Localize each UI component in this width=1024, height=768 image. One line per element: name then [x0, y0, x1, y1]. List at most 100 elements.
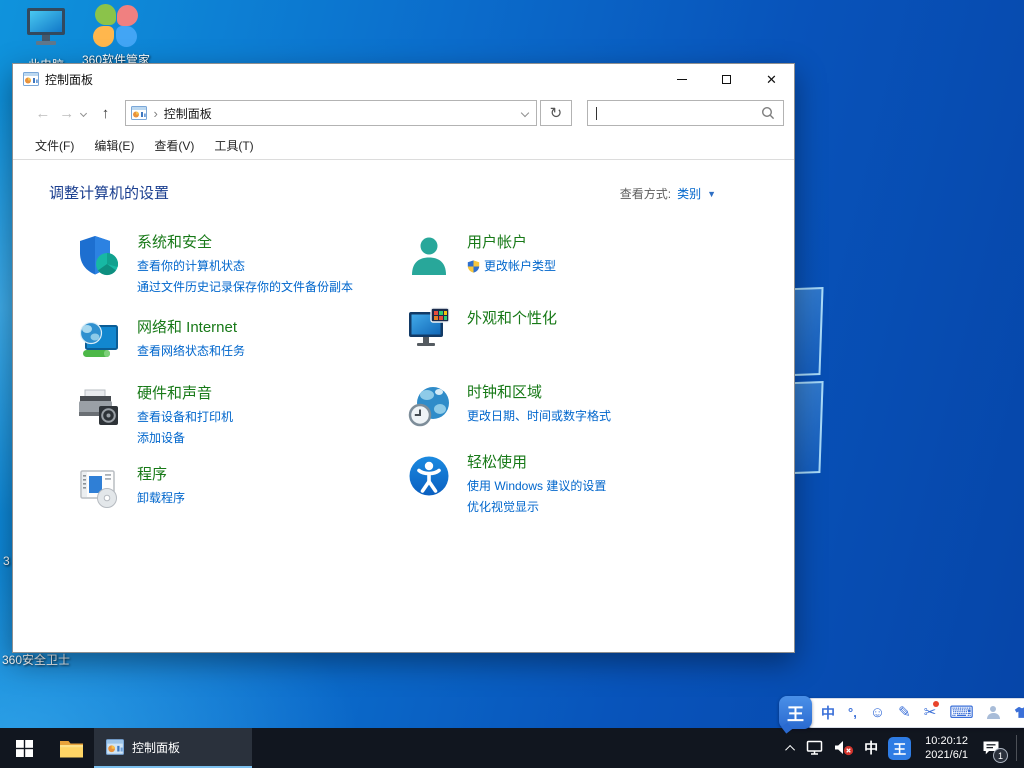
menu-tools[interactable]: 工具(T): [214, 137, 253, 154]
refresh-icon: ↻: [550, 104, 563, 122]
ime-language-indicator[interactable]: 中: [859, 728, 883, 768]
file-explorer-button[interactable]: [48, 728, 94, 768]
view-by-value[interactable]: 类别: [677, 185, 701, 202]
tray-date: 2021/6/1: [925, 748, 968, 762]
search-input[interactable]: [587, 100, 784, 126]
tray-separator: [1016, 735, 1017, 761]
control-panel-icon: [106, 738, 124, 756]
forward-button[interactable]: →: [55, 105, 79, 122]
ime-logo[interactable]: 王: [779, 696, 812, 729]
network-icon: [805, 740, 824, 756]
navigation-bar: ← → ↑ › 控制面板 ↻: [13, 94, 794, 132]
programs-cd-icon[interactable]: [77, 465, 125, 515]
notification-count-badge: 1: [993, 748, 1008, 763]
category-link[interactable]: 优化视觉显示: [467, 497, 606, 518]
category-link[interactable]: 查看你的计算机状态: [137, 256, 353, 277]
desktop-icon-360-software[interactable]: 360软件管家: [78, 2, 154, 68]
network-globe-icon[interactable]: [77, 318, 125, 368]
soft-keyboard-icon[interactable]: ⌨: [949, 704, 974, 721]
close-button[interactable]: ✕: [749, 64, 794, 94]
maximize-icon: [722, 75, 731, 84]
page-title: 调整计算机的设置: [49, 182, 169, 203]
network-tray-icon[interactable]: [800, 728, 829, 768]
accessibility-icon[interactable]: [407, 453, 455, 518]
account-icon[interactable]: [987, 706, 1000, 719]
search-icon: [761, 106, 775, 120]
category-title[interactable]: 硬件和声音: [137, 384, 233, 404]
minimize-button[interactable]: [659, 64, 704, 94]
text-caret: [596, 107, 597, 120]
category-link[interactable]: 查看网络状态和任务: [137, 341, 245, 362]
content-area: 调整计算机的设置 查看方式: 类别 ▼: [13, 160, 794, 652]
ime-punctuation-button[interactable]: °,: [848, 706, 857, 719]
category-title[interactable]: 外观和个性化: [467, 309, 557, 329]
tray-time: 10:20:12: [925, 734, 968, 748]
taskbar: 控制面板 中 王: [0, 728, 1024, 768]
category-link[interactable]: 通过文件历史记录保存你的文件备份副本: [137, 277, 353, 298]
category-user-accounts: 用户帐户 更改帐户类型: [407, 233, 611, 283]
category-title[interactable]: 系统和安全: [137, 233, 353, 253]
windows-logo-icon: [16, 740, 33, 757]
printer-speaker-icon[interactable]: [77, 384, 125, 449]
view-by-dropdown-icon[interactable]: ▼: [707, 189, 716, 199]
this-pc-icon: [23, 6, 69, 48]
titlebar[interactable]: 控制面板 ✕: [13, 64, 794, 94]
category-link[interactable]: 卸载程序: [137, 488, 185, 509]
uac-shield-icon: [467, 260, 480, 273]
menu-view[interactable]: 查看(V): [154, 137, 194, 154]
taskbar-clock[interactable]: 10:20:12 2021/6/1: [916, 734, 977, 762]
breadcrumb[interactable]: 控制面板: [164, 105, 522, 122]
pinwheel-icon: [90, 2, 142, 48]
taskbar-task-control-panel[interactable]: 控制面板: [94, 728, 252, 768]
menu-file[interactable]: 文件(F): [35, 137, 74, 154]
category-title[interactable]: 时钟和区域: [467, 383, 611, 403]
address-dropdown-chevron-icon[interactable]: [520, 109, 528, 117]
volume-tray-icon[interactable]: [829, 728, 859, 768]
category-system-security: 系统和安全 查看你的计算机状态 通过文件历史记录保存你的文件备份副本: [77, 233, 407, 298]
category-link[interactable]: 使用 Windows 建议的设置: [467, 476, 606, 497]
display-personalization-icon[interactable]: [407, 305, 455, 355]
category-link[interactable]: 更改日期、时间或数字格式: [467, 406, 611, 427]
refresh-button[interactable]: ↻: [540, 100, 573, 126]
category-link[interactable]: 更改帐户类型: [484, 256, 556, 277]
category-hardware-sound: 硬件和声音 查看设备和打印机 添加设备: [77, 384, 407, 449]
emoji-icon[interactable]: ☺: [870, 705, 885, 720]
back-button[interactable]: ←: [31, 105, 55, 122]
category-clock-region: 时钟和区域 更改日期、时间或数字格式: [407, 383, 611, 433]
category-appearance: 外观和个性化: [407, 305, 611, 355]
address-bar[interactable]: › 控制面板: [125, 100, 536, 126]
control-panel-window: 控制面板 ✕ ← → ↑ › 控制: [12, 63, 795, 653]
shield-security-icon[interactable]: [77, 233, 125, 298]
minimize-icon: [677, 79, 687, 80]
category-title[interactable]: 程序: [137, 465, 185, 485]
category-link[interactable]: 查看设备和打印机: [137, 407, 233, 428]
up-button[interactable]: ↑: [94, 105, 118, 122]
category-title[interactable]: 网络和 Internet: [137, 318, 245, 338]
handwriting-pencil-icon[interactable]: ✎: [898, 705, 911, 720]
category-network-internet: 网络和 Internet 查看网络状态和任务: [77, 318, 407, 368]
menu-edit[interactable]: 编辑(E): [94, 137, 134, 154]
notification-center-button[interactable]: 1: [977, 728, 1010, 768]
red-dot-badge: [933, 701, 939, 707]
ime-toolbar: 王 中 °, ☺ ✎ ✂ ⌨ ⚙: [779, 696, 1024, 729]
wang-app-tray-icon[interactable]: 王: [883, 728, 916, 768]
start-button[interactable]: [0, 728, 48, 768]
globe-clock-icon[interactable]: [407, 383, 455, 433]
control-panel-icon: [23, 71, 39, 87]
user-silhouette-icon[interactable]: [407, 233, 455, 283]
desktop-icon-label-360[interactable]: 360安全卫士: [2, 651, 70, 668]
category-title[interactable]: 轻松使用: [467, 453, 606, 473]
screenshot-scissors-icon[interactable]: ✂: [924, 705, 937, 720]
desktop: 此电脑 360软件管家 3 360安全卫士 控制面板: [0, 0, 1024, 768]
ime-chinese-mode-button[interactable]: 中: [821, 706, 835, 720]
category-link[interactable]: 添加设备: [137, 428, 233, 449]
category-title[interactable]: 用户帐户: [467, 233, 556, 253]
desktop-icon-label-partial: 3: [3, 554, 10, 568]
maximize-button[interactable]: [704, 64, 749, 94]
window-title: 控制面板: [45, 71, 93, 88]
recent-pages-chevron-icon[interactable]: [80, 109, 87, 116]
close-icon: ✕: [766, 73, 777, 86]
control-panel-icon: [131, 105, 147, 121]
task-label: 控制面板: [132, 739, 180, 756]
skin-tshirt-icon[interactable]: [1013, 706, 1024, 719]
